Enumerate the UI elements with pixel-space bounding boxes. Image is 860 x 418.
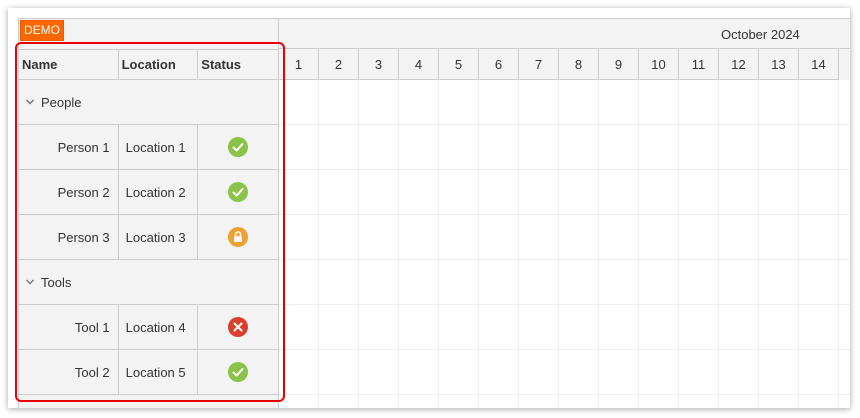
resource-status [198, 125, 278, 169]
close-icon [228, 317, 249, 337]
lock-icon [228, 227, 249, 247]
day-header: 8 [559, 49, 599, 79]
column-header-name[interactable]: Name [19, 50, 119, 79]
row-header-columns: Name Location Status [19, 49, 279, 80]
resource-row[interactable]: Tool 1 Location 4 [19, 305, 278, 350]
resource-name: Person 3 [19, 215, 119, 259]
resource-status [198, 215, 278, 259]
day-header-row: 1 2 3 4 5 6 7 8 9 10 11 12 13 14 [279, 49, 839, 80]
day-header: 12 [719, 49, 759, 79]
resource-location: Location 5 [119, 350, 199, 394]
resource-row[interactable]: Person 1 Location 1 [19, 125, 278, 170]
resource-row[interactable]: Person 3 Location 3 [19, 215, 278, 260]
column-header-location[interactable]: Location [119, 50, 199, 79]
resource-location: Location 2 [119, 170, 199, 214]
resource-location: Location 3 [119, 215, 199, 259]
resource-name: Person 2 [19, 170, 119, 214]
day-header: 14 [799, 49, 839, 79]
scheduler: DEMO Name Location Status People Person 1… [18, 18, 850, 408]
day-header: 3 [359, 49, 399, 79]
resource-name: Person 1 [19, 125, 119, 169]
demo-badge: DEMO [20, 20, 64, 41]
checkmark-icon [228, 137, 249, 157]
resource-location: Location 1 [119, 125, 199, 169]
resource-status [198, 350, 278, 394]
day-header: 6 [479, 49, 519, 79]
day-header: 10 [639, 49, 679, 79]
row-headers: People Person 1 Location 1 Person 2 Location… [19, 80, 279, 408]
day-header: 1 [279, 49, 319, 79]
group-row[interactable]: People [19, 80, 278, 125]
month-label: October 2024 [721, 27, 800, 42]
resource-row[interactable]: Tool 2 Location 5 [19, 350, 278, 395]
scheduler-grid[interactable] [279, 80, 850, 408]
resource-row[interactable]: Person 2 Location 2 [19, 170, 278, 215]
screenshot-frame: DEMO Name Location Status People Person 1… [8, 8, 850, 408]
resource-name: Tool 1 [19, 305, 119, 349]
column-header-status[interactable]: Status [198, 50, 278, 79]
checkmark-icon [228, 362, 249, 382]
month-header: October 2024 [279, 19, 850, 49]
group-row[interactable]: Tools [19, 260, 278, 305]
resource-status [198, 305, 278, 349]
resource-status [198, 170, 278, 214]
day-header: 2 [319, 49, 359, 79]
group-label: People [41, 94, 82, 110]
scheduler-corner: DEMO [19, 19, 279, 49]
chevron-down-icon[interactable] [25, 97, 35, 107]
chevron-down-icon[interactable] [25, 277, 35, 287]
group-label: Tools [41, 274, 72, 290]
resource-location: Location 4 [119, 305, 199, 349]
resource-name: Tool 2 [19, 350, 119, 394]
day-header: 9 [599, 49, 639, 79]
day-header: 7 [519, 49, 559, 79]
checkmark-icon [228, 182, 249, 202]
day-header: 11 [679, 49, 719, 79]
day-header: 13 [759, 49, 799, 79]
day-header: 4 [399, 49, 439, 79]
day-header: 5 [439, 49, 479, 79]
timeline-header: October 2024 1 2 3 4 5 6 7 8 9 10 11 12 13 14 [279, 19, 850, 80]
